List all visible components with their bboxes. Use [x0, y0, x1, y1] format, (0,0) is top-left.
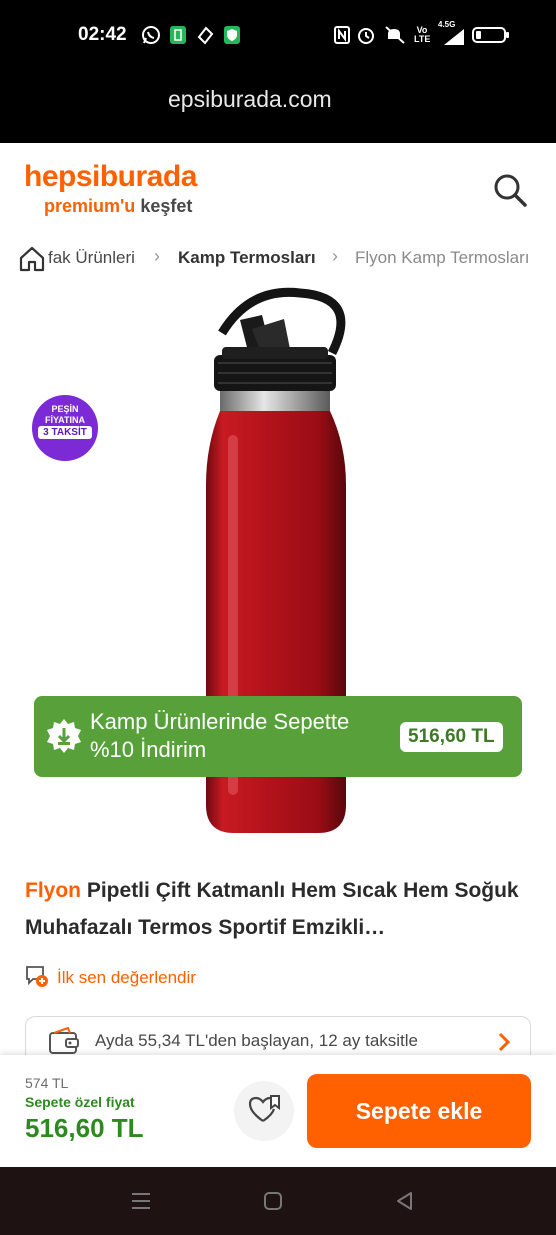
breadcrumb-separator-icon: ›: [332, 246, 338, 266]
discount-badge-icon: [46, 718, 82, 754]
rate-label: İlk sen değerlendir: [57, 968, 196, 987]
breadcrumb-item-mutfak[interactable]: fak Ürünleri: [48, 248, 135, 268]
mute-icon: [384, 24, 406, 46]
site-logo[interactable]: hepsiburada: [24, 160, 197, 194]
breadcrumb-item-kamp-termoslari[interactable]: Kamp Termosları: [178, 248, 316, 268]
add-review-icon: [25, 964, 49, 993]
url-text[interactable]: epsiburada.com: [168, 86, 332, 113]
vpn-icon: [195, 24, 215, 46]
alarm-icon: [356, 24, 376, 46]
product-title: Flyon Pipetli Çift Katmanlı Hem Sıcak He…: [25, 872, 535, 946]
campaign-text: Kamp Ürünlerinde Sepette %10 İndirim: [90, 709, 350, 762]
tagline-rest: keşfet: [140, 196, 193, 216]
rate-link[interactable]: İlk sen değerlendir: [25, 965, 196, 991]
product-brand[interactable]: Flyon: [25, 879, 81, 902]
add-to-cart-button[interactable]: Sepete ekle: [307, 1074, 531, 1148]
old-price: 574 TL: [25, 1075, 69, 1091]
breadcrumb: fak Ürünleri › Kamp Termosları › Flyon K…: [0, 240, 556, 276]
battery-saver-icon: [168, 24, 188, 46]
tagline-highlight: premium'u: [44, 196, 136, 216]
volte-icon: Vo LTE: [414, 25, 431, 44]
home-nav-icon[interactable]: [258, 1188, 288, 1214]
search-icon[interactable]: [490, 170, 530, 210]
recents-icon[interactable]: [126, 1188, 156, 1214]
battery-icon: [472, 24, 510, 46]
special-price: 516,60 TL: [25, 1113, 144, 1143]
installment-badge: PEŞİN FİYATINA 3 TAKSİT: [32, 395, 98, 461]
network-label: 4.5G: [438, 20, 456, 29]
whatsapp-icon: [140, 24, 162, 46]
campaign-price: 516,60 TL: [400, 722, 503, 752]
add-to-list-button[interactable]: [234, 1081, 294, 1141]
heart-bookmark-icon: [247, 1094, 281, 1129]
status-time: 02:42: [78, 24, 127, 45]
shield-icon: [222, 24, 242, 46]
premium-link[interactable]: premium'u keşfet: [44, 196, 192, 217]
product-name: Pipetli Çift Katmanlı Hem Sıcak Hem Soğu…: [25, 879, 519, 939]
campaign-banner[interactable]: Kamp Ürünlerinde Sepette %10 İndirim 516…: [34, 696, 522, 777]
signal-4-5g-icon: 4.5G: [438, 20, 466, 46]
installment-text: Ayda 55,34 TL'den başlayan, 12 ay taksit…: [95, 1031, 419, 1050]
nfc-icon: [332, 24, 352, 46]
status-bar: 02:42 Vo LTE 4.5G: [0, 0, 556, 70]
special-price-label: Sepete özel fiyat: [25, 1094, 135, 1110]
breadcrumb-item-flyon[interactable]: Flyon Kamp Termosları: [355, 248, 529, 268]
breadcrumb-separator-icon: ›: [154, 246, 160, 266]
home-icon[interactable]: [18, 246, 46, 272]
back-icon[interactable]: [390, 1188, 420, 1214]
